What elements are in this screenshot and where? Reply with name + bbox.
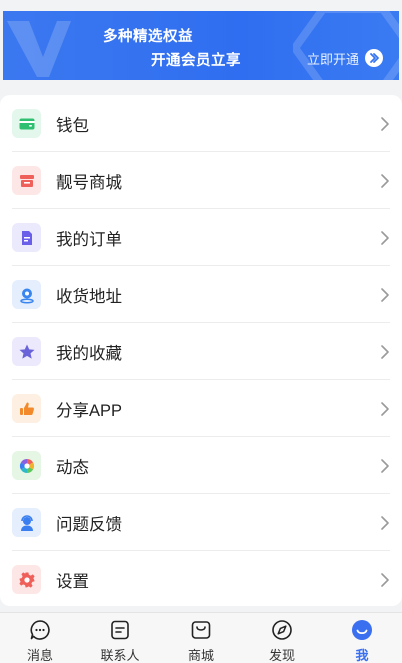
chevron-right-icon	[381, 173, 389, 188]
chevron-right-icon	[381, 458, 389, 473]
compass-icon	[272, 620, 292, 640]
support-agent-icon	[12, 508, 41, 537]
open-membership-button[interactable]: 立即开通	[307, 49, 384, 67]
store-icon	[12, 166, 41, 195]
tab-discover[interactable]: 发现	[242, 613, 322, 663]
tab-messages[interactable]: 消息	[0, 613, 80, 663]
chevron-right-icon	[381, 116, 389, 131]
aperture-icon	[12, 451, 41, 480]
menu-item-address[interactable]: 收货地址	[0, 266, 402, 323]
chevron-right-icon	[381, 401, 389, 416]
wallet-icon	[12, 109, 41, 138]
arrow-circle-icon	[365, 49, 384, 67]
chevron-right-icon	[381, 572, 389, 587]
tab-label: 我	[355, 648, 369, 663]
banner-benefits-text: 多种精选权益	[103, 29, 193, 45]
menu-list: 钱包 靓号商城 我的订单 收货地址 我的收藏 分享APP 动态 问题反馈 设置	[0, 95, 402, 606]
menu-item-label: 我的订单	[56, 230, 122, 249]
menu-item-moments[interactable]: 动态	[0, 437, 402, 494]
bottom-tab-bar: 消息 联系人 商城 发现 我	[0, 612, 402, 663]
menu-item-label: 分享APP	[56, 401, 123, 420]
menu-item-orders[interactable]: 我的订单	[0, 209, 402, 266]
chevron-right-icon	[381, 344, 389, 359]
menu-item-label: 设置	[56, 572, 89, 591]
chevron-right-icon	[381, 287, 389, 302]
menu-item-label: 动态	[56, 458, 89, 477]
vip-banner[interactable]: 多种精选权益 开通会员立享 立即开通	[3, 11, 399, 80]
menu-item-label: 靓号商城	[56, 173, 122, 192]
tab-label: 发现	[268, 648, 295, 663]
location-icon	[12, 280, 41, 309]
chevron-right-icon	[381, 515, 389, 530]
order-icon	[12, 223, 41, 252]
menu-item-label: 问题反馈	[56, 515, 122, 534]
tab-label: 商城	[187, 648, 214, 663]
tab-contacts[interactable]: 联系人	[80, 613, 160, 663]
contacts-icon	[111, 620, 129, 640]
menu-item-label: 收货地址	[56, 287, 122, 306]
message-icon	[30, 620, 50, 640]
gear-icon	[12, 565, 41, 594]
thumbs-up-icon	[12, 394, 41, 423]
menu-item-wallet[interactable]: 钱包	[0, 95, 402, 152]
menu-item-settings[interactable]: 设置	[0, 551, 402, 608]
tab-mall[interactable]: 商城	[161, 613, 241, 663]
vip-watermark-icon	[7, 21, 71, 77]
tab-label: 联系人	[100, 648, 140, 663]
tab-me[interactable]: 我	[322, 613, 402, 663]
menu-item-feedback[interactable]: 问题反馈	[0, 494, 402, 551]
banner-membership-text: 开通会员立享	[151, 53, 241, 69]
bag-icon	[191, 621, 211, 639]
menu-item-label: 钱包	[56, 116, 89, 135]
menu-item-share-app[interactable]: 分享APP	[0, 380, 402, 437]
chevron-right-icon	[381, 230, 389, 245]
menu-item-favorites[interactable]: 我的收藏	[0, 323, 402, 380]
tab-label: 消息	[26, 648, 53, 663]
menu-item-label: 我的收藏	[56, 344, 122, 363]
star-icon	[12, 337, 41, 366]
menu-item-store[interactable]: 靓号商城	[0, 152, 402, 209]
hexagon-watermark-icon	[293, 11, 399, 80]
me-icon	[352, 620, 372, 640]
open-membership-label: 立即开通	[307, 51, 360, 67]
